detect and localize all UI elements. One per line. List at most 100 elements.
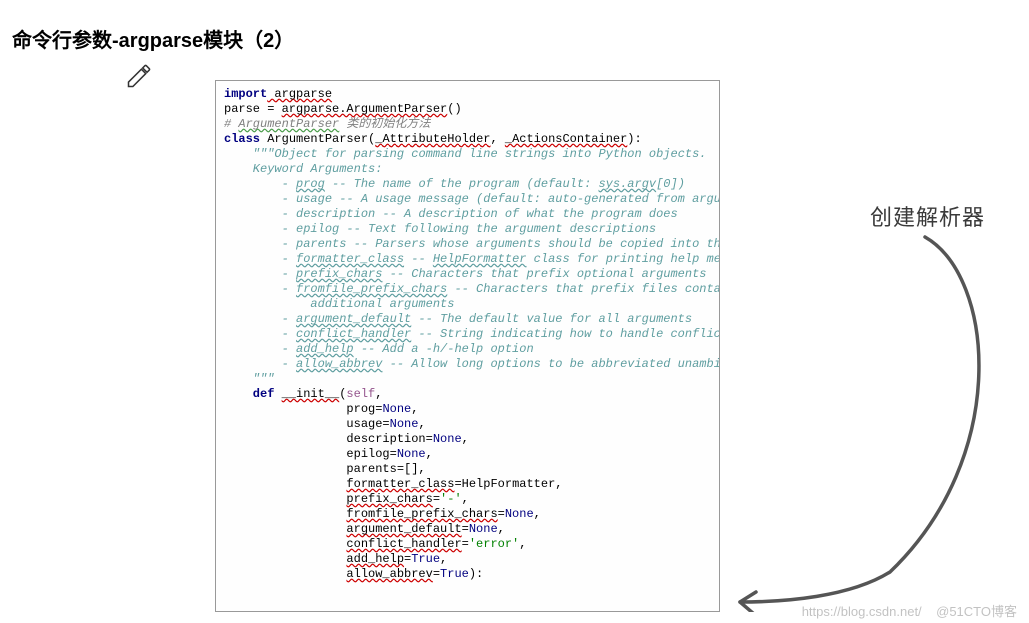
param-name: add_help — [346, 552, 404, 566]
doc-id: sys.argv — [598, 177, 656, 191]
param: parents=[], — [224, 462, 426, 476]
param-name: allow_abbrev — [346, 567, 432, 581]
param — [224, 492, 346, 506]
param-name: conflict_handler — [346, 537, 461, 551]
param: description= — [224, 432, 433, 446]
none: None — [433, 432, 462, 446]
watermark-url: https://blog.csdn.net/ — [802, 604, 922, 619]
eq: = — [462, 522, 469, 536]
param-name: fromfile_prefix_chars — [346, 507, 497, 521]
docstring: - — [224, 342, 296, 356]
param — [224, 537, 346, 551]
param — [224, 567, 346, 581]
docstring: class for printing help messages — [526, 252, 720, 266]
id-argparse-ap: argparse.ArgumentParser — [282, 102, 448, 116]
class-base: _AttributeHolder — [375, 132, 490, 146]
docstring: - — [224, 267, 296, 281]
param — [224, 477, 346, 491]
paren: ): — [627, 132, 641, 146]
docstring: -- String indicating how to handle confl… — [411, 327, 720, 341]
self: self — [346, 387, 375, 401]
param-name: prefix_chars — [346, 492, 432, 506]
sep: , — [498, 522, 505, 536]
none: None — [390, 417, 419, 431]
sep: , — [519, 537, 526, 551]
param-name: formatter_class — [346, 477, 454, 491]
doc-id: HelpFormatter — [433, 252, 527, 266]
doc-param: add_help — [296, 342, 354, 356]
docstring: - — [224, 327, 296, 341]
docstring: [0]) — [656, 177, 685, 191]
doc-param: conflict_handler — [296, 327, 411, 341]
pencil-icon — [125, 62, 153, 90]
eq: = — [433, 567, 440, 581]
docstring: - epilog -- Text following the argument … — [224, 222, 656, 236]
docstring: -- The name of the program (default: — [325, 177, 599, 191]
true: True — [411, 552, 440, 566]
sep: , — [375, 387, 382, 401]
docstring: - — [224, 357, 296, 371]
param — [224, 522, 346, 536]
docstring: - parents -- Parsers whose arguments sho… — [224, 237, 720, 251]
docstring: - description -- A description of what t… — [224, 207, 678, 221]
sep: , — [534, 507, 541, 521]
docstring: Keyword Arguments: — [224, 162, 382, 176]
none: None — [397, 447, 426, 461]
eq: = — [433, 492, 440, 506]
sep: , — [411, 402, 418, 416]
none: None — [469, 522, 498, 536]
docstring: - — [224, 177, 296, 191]
annotation-label: 创建解析器 — [870, 200, 985, 232]
docstring: additional arguments — [224, 297, 454, 311]
docstring: - — [224, 312, 296, 326]
code-snippet: import argparse parse = argparse.Argumen… — [215, 80, 720, 612]
docstring: -- Allow long options to be abbreviated … — [382, 357, 720, 371]
docstring: -- Characters that prefix optional argum… — [382, 267, 706, 281]
class-name: ArgumentParser — [267, 132, 368, 146]
str: 'error' — [469, 537, 519, 551]
str: '-' — [440, 492, 462, 506]
param — [224, 507, 346, 521]
docstring: - usage -- A usage message (default: aut… — [224, 192, 720, 206]
param: usage= — [224, 417, 390, 431]
docstring: -- — [404, 252, 433, 266]
arrow-icon — [730, 232, 1020, 612]
comment-id: ArgumentParser — [238, 117, 339, 131]
true: True — [440, 567, 469, 581]
watermark: https://blog.csdn.net/ @51CTO博客 — [802, 601, 1017, 620]
sep: , — [490, 132, 504, 146]
class-base: _ActionsContainer — [505, 132, 627, 146]
docstring: -- Characters that prefix files containi… — [447, 282, 720, 296]
sep: , — [462, 432, 469, 446]
doc-param: argument_default — [296, 312, 411, 326]
comment: 类的初始化方法 — [339, 117, 430, 131]
docstring: """ — [224, 147, 274, 161]
close: ): — [469, 567, 483, 581]
sep: , — [440, 552, 447, 566]
param — [224, 552, 346, 566]
page-title: 命令行参数-argparse模块（2） — [12, 24, 294, 53]
doc-param: fromfile_prefix_chars — [296, 282, 447, 296]
docstring: - — [224, 252, 296, 266]
eq: = — [462, 537, 469, 551]
docstring: """ — [224, 372, 274, 386]
watermark-text: @51CTO博客 — [936, 604, 1017, 619]
param-val: =HelpFormatter, — [454, 477, 562, 491]
doc-param: formatter_class — [296, 252, 404, 266]
doc-param: prefix_chars — [296, 267, 382, 281]
kw-def: def — [224, 387, 282, 401]
param: epilog= — [224, 447, 397, 461]
paren: () — [447, 102, 461, 116]
doc-param: allow_abbrev — [296, 357, 382, 371]
docstring: -- Add a -h/-help option — [354, 342, 534, 356]
docstring: - — [224, 282, 296, 296]
sep: , — [462, 492, 469, 506]
code-line: parse = — [224, 102, 282, 116]
none: None — [505, 507, 534, 521]
kw-import: import — [224, 87, 267, 101]
doc-param: prog — [296, 177, 325, 191]
sep: , — [426, 447, 433, 461]
docstring: Object for parsing command line strings … — [274, 147, 706, 161]
kw-class: class — [224, 132, 267, 146]
none: None — [382, 402, 411, 416]
